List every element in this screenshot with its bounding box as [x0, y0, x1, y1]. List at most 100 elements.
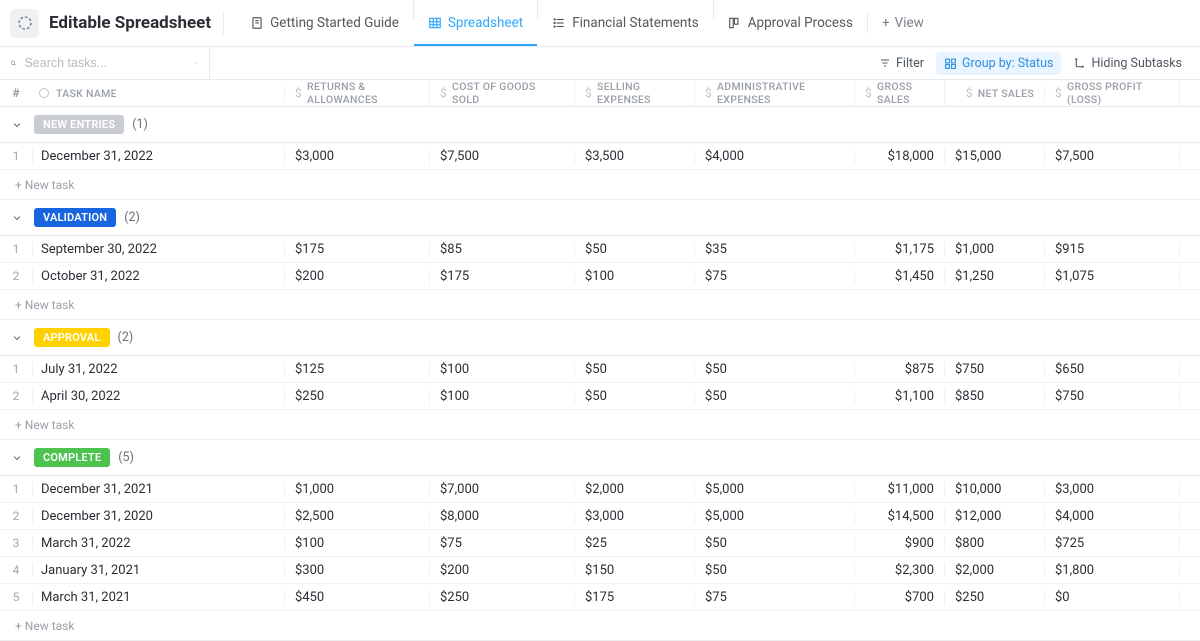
cell-gross-sales[interactable]: $18,000	[855, 149, 945, 164]
cell-admin[interactable]: $75	[695, 590, 855, 605]
cell-returns[interactable]: $300	[285, 563, 430, 578]
table-row[interactable]: 3 March 31, 2022 $100 $75 $25 $50 $900 $…	[0, 530, 1200, 557]
cell-cogs[interactable]: $85	[430, 242, 575, 257]
tab-getting-started-guide[interactable]: Getting Started Guide	[236, 0, 413, 46]
table-row[interactable]: 1 December 31, 2022 $3,000 $7,500 $3,500…	[0, 143, 1200, 170]
col-gross-sales[interactable]: $GROSS SALES	[855, 80, 945, 106]
cell-gross-profit[interactable]: $750	[1045, 389, 1180, 404]
task-name-cell[interactable]: December 31, 2020	[32, 509, 285, 524]
task-name-cell[interactable]: September 30, 2022	[32, 242, 285, 257]
cell-gross-profit[interactable]: $0	[1045, 590, 1180, 605]
cell-selling[interactable]: $50	[575, 389, 695, 404]
cell-selling[interactable]: $100	[575, 269, 695, 284]
cell-admin[interactable]: $35	[695, 242, 855, 257]
cell-cogs[interactable]: $75	[430, 536, 575, 551]
cell-gross-sales[interactable]: $1,175	[855, 242, 945, 257]
cell-cogs[interactable]: $175	[430, 269, 575, 284]
collapse-toggle[interactable]	[8, 116, 26, 134]
cell-cogs[interactable]: $7,500	[430, 149, 575, 164]
task-name-cell[interactable]: March 31, 2021	[32, 590, 285, 605]
cell-net-sales[interactable]: $12,000	[945, 509, 1045, 524]
tab-approval-process[interactable]: Approval Process	[714, 0, 867, 46]
cell-admin[interactable]: $50	[695, 563, 855, 578]
status-badge[interactable]: VALIDATION	[34, 208, 116, 227]
task-name-cell[interactable]: December 31, 2022	[32, 149, 285, 164]
cell-net-sales[interactable]: $1,000	[945, 242, 1045, 257]
cell-admin[interactable]: $5,000	[695, 482, 855, 497]
task-name-cell[interactable]: October 31, 2022	[32, 269, 285, 284]
cell-cogs[interactable]: $100	[430, 362, 575, 377]
workspace-icon[interactable]	[10, 9, 39, 38]
cell-admin[interactable]: $5,000	[695, 509, 855, 524]
table-row[interactable]: 1 July 31, 2022 $125 $100 $50 $50 $875 $…	[0, 356, 1200, 383]
cell-selling[interactable]: $150	[575, 563, 695, 578]
add-view-button[interactable]: + View	[868, 15, 938, 31]
status-badge[interactable]: NEW ENTRIES	[34, 115, 124, 134]
cell-selling[interactable]: $2,000	[575, 482, 695, 497]
table-row[interactable]: 2 October 31, 2022 $200 $175 $100 $75 $1…	[0, 263, 1200, 290]
task-name-cell[interactable]: July 31, 2022	[32, 362, 285, 377]
filter-button[interactable]: Filter	[871, 52, 932, 75]
cell-returns[interactable]: $3,000	[285, 149, 430, 164]
cell-selling[interactable]: $50	[575, 362, 695, 377]
cell-gross-profit[interactable]: $915	[1045, 242, 1180, 257]
cell-gross-profit[interactable]: $650	[1045, 362, 1180, 377]
hiding-subtasks-button[interactable]: Hiding Subtasks	[1065, 52, 1190, 75]
table-row[interactable]: 1 December 31, 2021 $1,000 $7,000 $2,000…	[0, 476, 1200, 503]
groupby-button[interactable]: Group by: Status	[936, 52, 1062, 75]
table-row[interactable]: 5 March 31, 2021 $450 $250 $175 $75 $700…	[0, 584, 1200, 611]
cell-cogs[interactable]: $7,000	[430, 482, 575, 497]
col-net-sales[interactable]: $NET SALES	[945, 86, 1045, 100]
cell-gross-sales[interactable]: $14,500	[855, 509, 945, 524]
new-task-button[interactable]: + New task	[0, 170, 1200, 200]
cell-net-sales[interactable]: $2,000	[945, 563, 1045, 578]
cell-net-sales[interactable]: $1,250	[945, 269, 1045, 284]
chevron-down-icon[interactable]	[193, 57, 199, 69]
table-row[interactable]: 4 January 31, 2021 $300 $200 $150 $50 $2…	[0, 557, 1200, 584]
task-name-cell[interactable]: March 31, 2022	[32, 536, 285, 551]
table-row[interactable]: 2 December 31, 2020 $2,500 $8,000 $3,000…	[0, 503, 1200, 530]
collapse-toggle[interactable]	[8, 449, 26, 467]
col-gross-profit[interactable]: $GROSS PROFIT (LOSS)	[1045, 80, 1180, 106]
cell-gross-sales[interactable]: $2,300	[855, 563, 945, 578]
cell-selling[interactable]: $25	[575, 536, 695, 551]
cell-net-sales[interactable]: $15,000	[945, 149, 1045, 164]
cell-cogs[interactable]: $100	[430, 389, 575, 404]
cell-net-sales[interactable]: $10,000	[945, 482, 1045, 497]
cell-selling[interactable]: $3,500	[575, 149, 695, 164]
task-name-cell[interactable]: April 30, 2022	[32, 389, 285, 404]
cell-net-sales[interactable]: $750	[945, 362, 1045, 377]
col-cogs[interactable]: $COST OF GOODS SOLD	[430, 80, 575, 106]
cell-gross-sales[interactable]: $700	[855, 590, 945, 605]
col-selling[interactable]: $SELLING EXPENSES	[575, 80, 695, 106]
col-admin[interactable]: $ADMINISTRATIVE EXPENSES	[695, 80, 855, 106]
cell-gross-sales[interactable]: $900	[855, 536, 945, 551]
table-row[interactable]: 2 April 30, 2022 $250 $100 $50 $50 $1,10…	[0, 383, 1200, 410]
tab-spreadsheet[interactable]: Spreadsheet	[414, 0, 537, 46]
new-task-button[interactable]: + New task	[0, 410, 1200, 440]
cell-returns[interactable]: $125	[285, 362, 430, 377]
task-name-cell[interactable]: December 31, 2021	[32, 482, 285, 497]
table-row[interactable]: 1 September 30, 2022 $175 $85 $50 $35 $1…	[0, 236, 1200, 263]
cell-gross-sales[interactable]: $1,450	[855, 269, 945, 284]
cell-gross-profit[interactable]: $1,800	[1045, 563, 1180, 578]
cell-cogs[interactable]: $200	[430, 563, 575, 578]
status-badge[interactable]: APPROVAL	[34, 328, 110, 347]
cell-returns[interactable]: $100	[285, 536, 430, 551]
cell-cogs[interactable]: $8,000	[430, 509, 575, 524]
cell-admin[interactable]: $75	[695, 269, 855, 284]
cell-gross-sales[interactable]: $11,000	[855, 482, 945, 497]
col-returns[interactable]: $RETURNS & ALLOWANCES	[285, 80, 430, 106]
cell-gross-profit[interactable]: $7,500	[1045, 149, 1180, 164]
cell-net-sales[interactable]: $800	[945, 536, 1045, 551]
cell-gross-sales[interactable]: $1,100	[855, 389, 945, 404]
cell-net-sales[interactable]: $850	[945, 389, 1045, 404]
cell-gross-profit[interactable]: $4,000	[1045, 509, 1180, 524]
cell-admin[interactable]: $50	[695, 389, 855, 404]
search-input[interactable]	[24, 56, 185, 70]
cell-returns[interactable]: $450	[285, 590, 430, 605]
cell-selling[interactable]: $175	[575, 590, 695, 605]
cell-cogs[interactable]: $250	[430, 590, 575, 605]
cell-admin[interactable]: $4,000	[695, 149, 855, 164]
task-name-cell[interactable]: January 31, 2021	[32, 563, 285, 578]
